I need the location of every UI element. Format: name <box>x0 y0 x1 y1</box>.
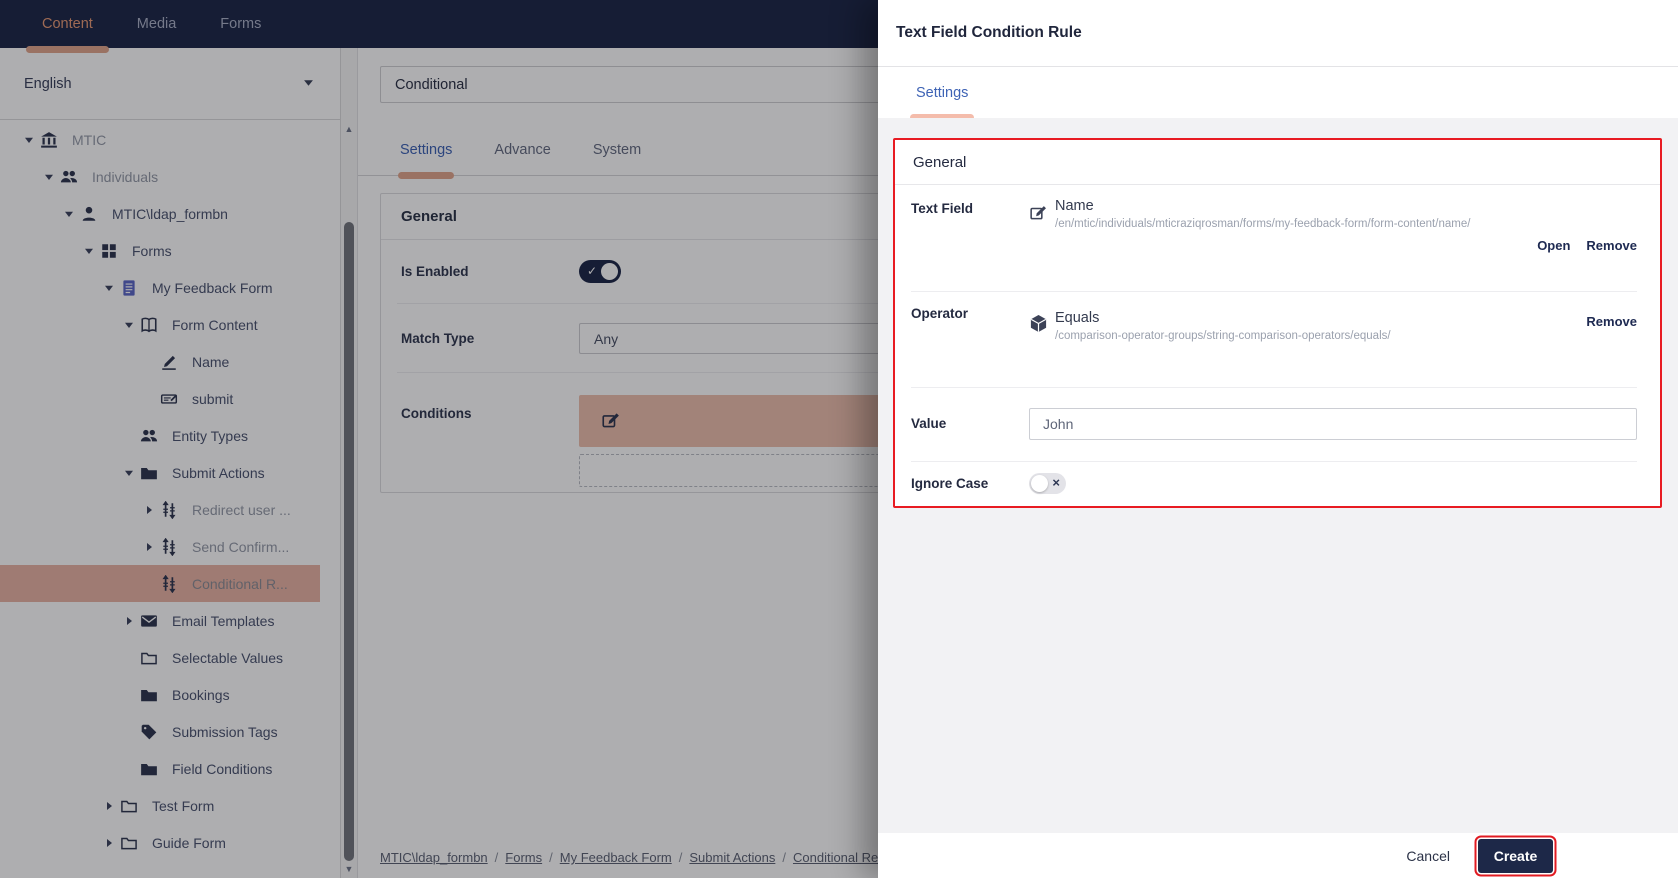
operator-label: Operator <box>911 306 969 321</box>
pencil-icon <box>1029 198 1055 226</box>
text-field-actions: Open Remove <box>1029 237 1637 255</box>
text-field-remove-link[interactable]: Remove <box>1586 238 1637 253</box>
ignore-case-row: Ignore Case × <box>911 462 1637 508</box>
card-heading: General <box>895 140 1660 185</box>
operator-row: Operator Equals /comparison-operator-gro… <box>911 292 1637 388</box>
toggle-knob <box>1031 475 1048 492</box>
operator-value: Equals <box>1055 310 1100 326</box>
general-card-highlighted: General Text Field Name /en/mtic/individ… <box>893 138 1662 508</box>
condition-rule-drawer: Text Field Condition Rule Settings Gener… <box>878 0 1678 878</box>
drawer-tab-settings[interactable]: Settings <box>910 67 975 121</box>
tab-label: Settings <box>916 84 969 101</box>
text-field-path: /en/mtic/individuals/mticraziqrosman/for… <box>1055 218 1471 230</box>
x-icon: × <box>1052 475 1060 490</box>
ignore-case-label: Ignore Case <box>911 476 989 491</box>
text-field-label: Text Field <box>911 201 974 216</box>
text-field-open-link[interactable]: Open <box>1537 238 1570 253</box>
value-label: Value <box>911 416 947 431</box>
drawer-tabs: Settings <box>878 67 1678 121</box>
ignore-case-toggle[interactable]: × <box>1029 473 1066 494</box>
operator-remove-link[interactable]: Remove <box>1586 314 1637 329</box>
cube-icon <box>1029 310 1055 338</box>
operator-path: /comparison-operator-groups/string-compa… <box>1055 330 1391 342</box>
text-field-value: Name <box>1055 198 1094 214</box>
drawer-body: General Text Field Name /en/mtic/individ… <box>878 118 1678 833</box>
app-window: Content Media Forms English MTIC Individual… <box>0 0 1678 878</box>
text-field-row: Text Field Name /en/mtic/individuals/mti… <box>911 185 1637 292</box>
value-row: Value <box>911 388 1637 462</box>
value-input[interactable] <box>1029 408 1637 440</box>
drawer-footer: Cancel Create <box>878 833 1678 878</box>
cancel-button[interactable]: Cancel <box>1406 848 1450 864</box>
create-button[interactable]: Create <box>1478 838 1553 873</box>
drawer-title: Text Field Condition Rule <box>878 0 1678 67</box>
